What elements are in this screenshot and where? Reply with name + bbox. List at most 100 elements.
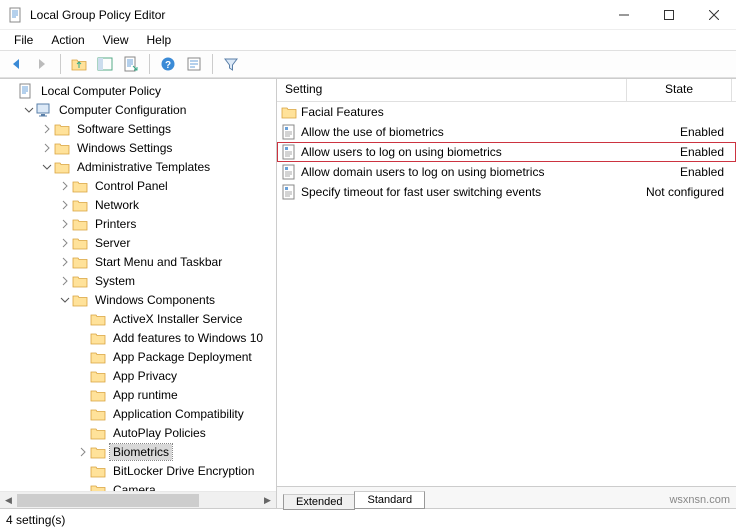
export-list-button[interactable] xyxy=(119,52,143,76)
tree-item[interactable]: App runtime xyxy=(0,385,276,404)
tree-item[interactable]: Administrative Templates xyxy=(0,157,276,176)
chevron-right-icon[interactable] xyxy=(58,276,72,286)
up-button[interactable] xyxy=(67,52,91,76)
chevron-right-icon[interactable] xyxy=(76,447,90,457)
status-bar: 4 setting(s) xyxy=(0,508,736,530)
chevron-down-icon[interactable] xyxy=(58,295,72,305)
folder-icon xyxy=(54,159,70,175)
tree-item[interactable]: ActiveX Installer Service xyxy=(0,309,276,328)
tree-pane: Local Computer Policy Computer Configurat… xyxy=(0,79,277,508)
tree-item[interactable]: Start Menu and Taskbar xyxy=(0,252,276,271)
tree-item-label: App Privacy xyxy=(110,368,180,384)
folder-icon xyxy=(54,121,70,137)
chevron-right-icon[interactable] xyxy=(58,238,72,248)
client-area: Local Computer Policy Computer Configurat… xyxy=(0,78,736,508)
tree-item[interactable]: Windows Settings xyxy=(0,138,276,157)
policy-icon xyxy=(281,144,297,160)
tree-item-label: Camera xyxy=(110,482,159,492)
tree-item-label: Local Computer Policy xyxy=(38,83,164,99)
chevron-down-icon[interactable] xyxy=(22,105,36,115)
tree-item-label: Administrative Templates xyxy=(74,159,213,175)
chevron-down-icon[interactable] xyxy=(40,162,54,172)
chevron-right-icon[interactable] xyxy=(40,143,54,153)
tree-item[interactable]: BitLocker Drive Encryption xyxy=(0,461,276,480)
column-setting[interactable]: Setting xyxy=(277,79,627,101)
view-tabs: Extended Standard xyxy=(277,486,736,508)
chevron-right-icon[interactable] xyxy=(58,200,72,210)
toolbar: ? xyxy=(0,50,736,78)
folder-icon xyxy=(90,425,106,441)
setting-row[interactable]: Facial Features xyxy=(277,102,736,122)
console-tree[interactable]: Local Computer Policy Computer Configurat… xyxy=(0,79,276,491)
setting-row[interactable]: Specify timeout for fast user switching … xyxy=(277,182,736,202)
column-state[interactable]: State xyxy=(627,79,732,101)
close-button[interactable] xyxy=(691,0,736,30)
folder-icon xyxy=(72,216,88,232)
watermark: wsxnsn.com xyxy=(669,494,730,506)
tree-item-label: App runtime xyxy=(110,387,181,403)
policy-icon xyxy=(281,184,297,200)
folder-icon xyxy=(90,463,106,479)
tree-item[interactable]: Software Settings xyxy=(0,119,276,138)
tab-extended[interactable]: Extended xyxy=(283,494,355,510)
folder-icon xyxy=(90,368,106,384)
chevron-right-icon[interactable] xyxy=(58,219,72,229)
chevron-right-icon[interactable] xyxy=(40,124,54,134)
folder-icon xyxy=(90,482,106,492)
tree-item-label: AutoPlay Policies xyxy=(110,425,209,441)
setting-row[interactable]: Allow users to log on using biometricsEn… xyxy=(277,142,736,162)
tree-item[interactable]: Computer Configuration xyxy=(0,100,276,119)
help-button[interactable]: ? xyxy=(156,52,180,76)
menu-help[interactable]: Help xyxy=(139,31,180,49)
tree-item-label: Add features to Windows 10 xyxy=(110,330,266,346)
tree-item-label: ActiveX Installer Service xyxy=(110,311,245,327)
scrollbar-thumb[interactable] xyxy=(17,494,199,507)
setting-row[interactable]: Allow domain users to log on using biome… xyxy=(277,162,736,182)
maximize-button[interactable] xyxy=(646,0,691,30)
tree-item[interactable]: App Privacy xyxy=(0,366,276,385)
tree-item-label: App Package Deployment xyxy=(110,349,255,365)
tree-item-label: Printers xyxy=(92,216,139,232)
tree-item-label: System xyxy=(92,273,138,289)
tree-item[interactable]: Application Compatibility xyxy=(0,404,276,423)
status-text: 4 setting(s) xyxy=(6,513,65,527)
tree-item[interactable]: Printers xyxy=(0,214,276,233)
folder-icon xyxy=(90,406,106,422)
back-button[interactable] xyxy=(4,52,28,76)
tab-standard[interactable]: Standard xyxy=(354,491,425,509)
menu-view[interactable]: View xyxy=(95,31,137,49)
tree-item-label: Control Panel xyxy=(92,178,171,194)
tree-item[interactable]: Windows Components xyxy=(0,290,276,309)
tree-item[interactable]: App Package Deployment xyxy=(0,347,276,366)
tree-item[interactable]: Control Panel xyxy=(0,176,276,195)
filter-button[interactable] xyxy=(219,52,243,76)
tree-item[interactable]: System xyxy=(0,271,276,290)
chevron-right-icon[interactable] xyxy=(58,257,72,267)
properties-button[interactable] xyxy=(182,52,206,76)
show-hide-tree-button[interactable] xyxy=(93,52,117,76)
tree-item[interactable]: Server xyxy=(0,233,276,252)
folder-icon xyxy=(72,235,88,251)
chevron-right-icon[interactable] xyxy=(58,181,72,191)
minimize-button[interactable] xyxy=(601,0,646,30)
menu-file[interactable]: File xyxy=(6,31,41,49)
tree-item[interactable]: Add features to Windows 10 xyxy=(0,328,276,347)
title-bar: Local Group Policy Editor xyxy=(0,0,736,30)
folder-icon xyxy=(281,104,297,120)
tree-item[interactable]: Network xyxy=(0,195,276,214)
horizontal-scrollbar[interactable]: ◀ ▶ xyxy=(0,491,276,508)
tree-item[interactable]: Biometrics xyxy=(0,442,276,461)
tree-item[interactable]: AutoPlay Policies xyxy=(0,423,276,442)
setting-name: Allow the use of biometrics xyxy=(301,125,444,139)
scroll-right-icon[interactable]: ▶ xyxy=(259,492,276,509)
settings-list[interactable]: Facial FeaturesAllow the use of biometri… xyxy=(277,102,736,486)
setting-state: Enabled xyxy=(627,125,732,139)
tree-item[interactable]: Camera xyxy=(0,480,276,491)
tree-item[interactable]: Local Computer Policy xyxy=(0,81,276,100)
menu-action[interactable]: Action xyxy=(43,31,92,49)
folder-icon xyxy=(90,387,106,403)
setting-row[interactable]: Allow the use of biometrics Enabled xyxy=(277,122,736,142)
scroll-left-icon[interactable]: ◀ xyxy=(0,492,17,509)
tree-item-label: Computer Configuration xyxy=(56,102,189,118)
forward-button[interactable] xyxy=(30,52,54,76)
